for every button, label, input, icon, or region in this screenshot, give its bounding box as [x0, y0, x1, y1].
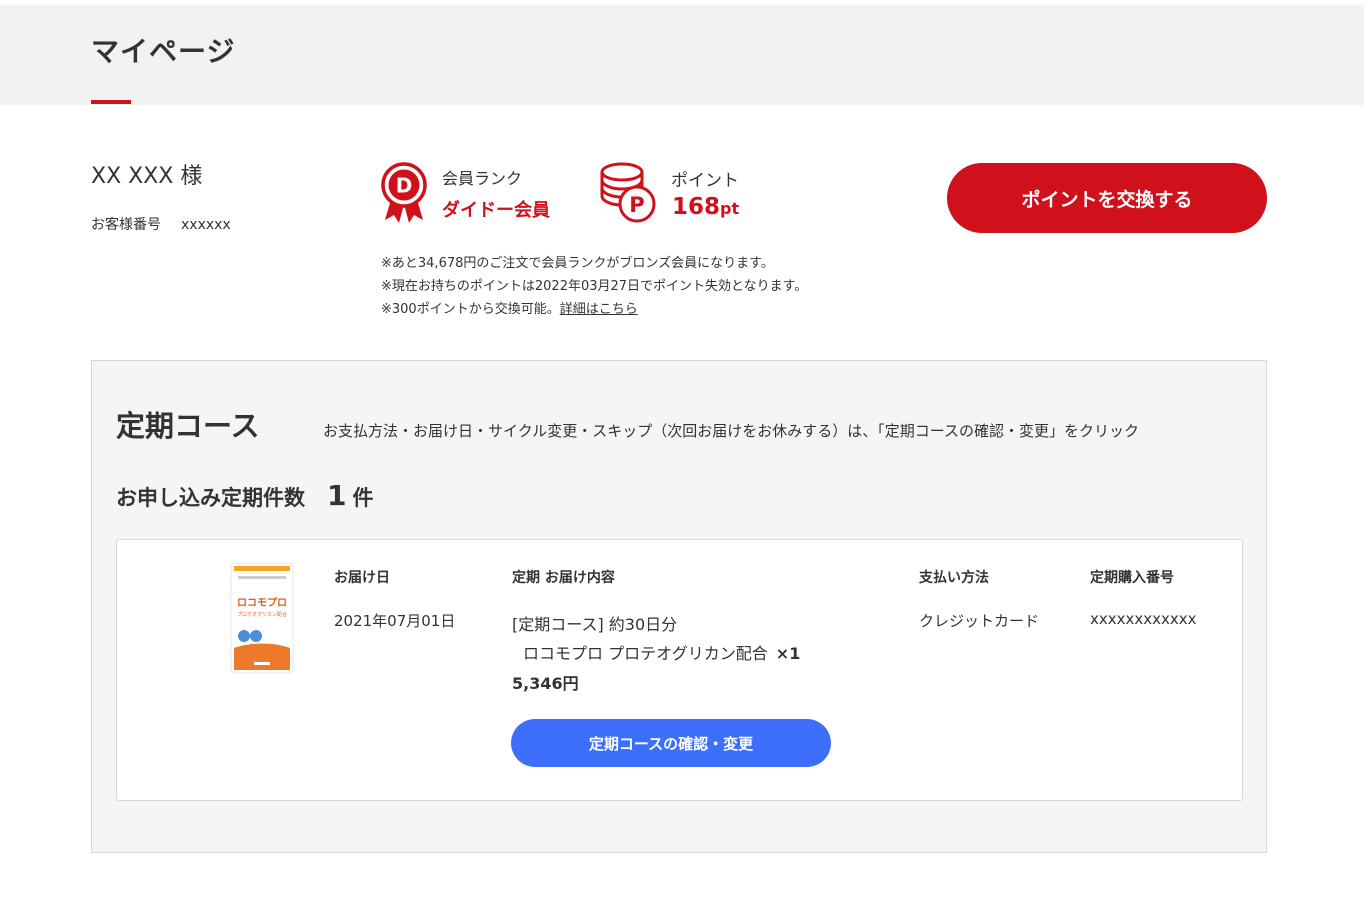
- delivery-date-value: 2021年07月01日: [334, 612, 456, 630]
- content-product-line: ロコモプロ プロテオグリカン配合 ×1: [523, 640, 800, 664]
- header-purchase-number: 定期購入番号: [1090, 570, 1174, 586]
- points-unit: pt: [720, 199, 740, 218]
- subscription-count: お申し込み定期件数 1 件: [116, 479, 373, 512]
- note-expiry: ※現在お持ちのポイントは2022年03月27日でポイント失効となります。: [381, 279, 808, 294]
- details-link[interactable]: 詳細はこちら: [560, 302, 638, 317]
- header-payment: 支払い方法: [919, 570, 989, 586]
- customer-number-label: お客様番号: [91, 217, 161, 233]
- points-label: ポイント: [671, 171, 739, 191]
- count-value: 1: [327, 479, 347, 512]
- product-image-sub: プロテオグリカン配合: [237, 611, 287, 618]
- rank-label: 会員ランク: [442, 169, 523, 188]
- note-exchange-text: ※300ポイントから交換可能。: [381, 302, 560, 317]
- product-image-label: ロコモプロ: [237, 596, 287, 609]
- customer-number-value: xxxxxx: [181, 217, 231, 233]
- count-unit: 件: [352, 486, 374, 510]
- count-label: お申し込み定期件数: [116, 486, 305, 510]
- course-description: お支払方法・お届け日・サイクル変更・スキップ（次回お届けをお休みする）は、「定期…: [323, 422, 1140, 440]
- content-quantity: ×1: [775, 644, 801, 663]
- content-course: [定期コース] 約30日分: [512, 615, 678, 634]
- exchange-points-button[interactable]: ポイントを交換する: [947, 163, 1267, 233]
- product-image: ロコモプロ プロテオグリカン配合: [230, 562, 294, 674]
- purchase-number-value: xxxxxxxxxxxx: [1090, 610, 1197, 628]
- notes: ※あと34,678円のご注文で会員ランクがブロンズ会員になります。 ※現在お持ち…: [381, 252, 807, 321]
- header-content: 定期 お届け内容: [512, 570, 615, 586]
- rank-icon-letter: D: [396, 174, 413, 198]
- subscription-order-card: ロコモプロ プロテオグリカン配合 お届け日 定期 お届け内容 支払い方法 定期購…: [116, 539, 1243, 801]
- rank-value: ダイドー会員: [442, 200, 550, 221]
- note-rank: ※あと34,678円のご注文で会員ランクがブロンズ会員になります。: [381, 256, 774, 271]
- ribbon-badge-icon: D: [381, 162, 427, 223]
- point-icon-letter: P: [629, 193, 644, 217]
- page-title: マイページ: [91, 35, 236, 68]
- note-exchange: ※300ポイントから交換可能。詳細はこちら: [381, 298, 807, 321]
- title-underline: [91, 100, 131, 104]
- header-delivery-date: お届け日: [334, 570, 390, 586]
- points-value: 168pt: [672, 194, 739, 220]
- payment-value: クレジットカード: [919, 612, 1040, 630]
- customer-name: XX XXX 様: [91, 164, 203, 189]
- course-title: 定期コース: [116, 409, 260, 443]
- points-number: 168: [672, 194, 721, 220]
- subscription-course-panel: 定期コース お支払方法・お届け日・サイクル変更・スキップ（次回お届けをお休みする…: [91, 360, 1267, 853]
- confirm-change-course-button[interactable]: 定期コースの確認・変更: [511, 719, 831, 767]
- customer-number: お客様番号 xxxxxx: [91, 214, 231, 234]
- coin-stack-icon: P: [600, 162, 656, 223]
- content-product: ロコモプロ プロテオグリカン配合: [523, 644, 768, 663]
- content-price: 5,346円: [512, 674, 579, 693]
